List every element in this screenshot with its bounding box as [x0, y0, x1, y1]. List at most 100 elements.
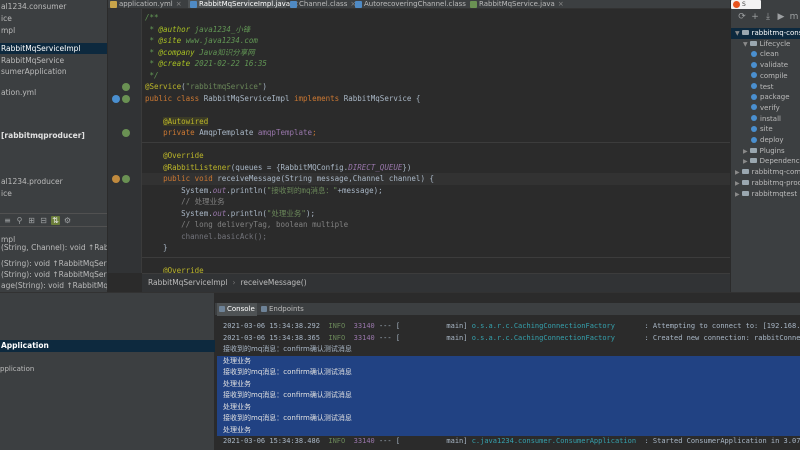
- maven-tree-item[interactable]: ▶ rabbitmqtest: [731, 189, 797, 200]
- maven-tree-item[interactable]: test: [731, 82, 773, 93]
- maven-item-label: site: [760, 125, 773, 134]
- console-msg: : Created new connection: rabbitConnecti: [640, 333, 800, 342]
- console-level: INFO: [328, 322, 346, 330]
- close-tab-icon[interactable]: ×: [558, 0, 564, 8]
- expand-icon[interactable]: ⊞: [27, 216, 36, 225]
- folder-icon: [749, 158, 757, 164]
- run-tab-endpoints[interactable]: Endpoints: [259, 303, 304, 316]
- code-token: );: [305, 208, 315, 218]
- maven-tree-item[interactable]: verify: [731, 103, 780, 114]
- console-text: 处理业务: [223, 379, 251, 388]
- editor-tab[interactable]: AutorecoveringChannel.class×: [353, 0, 475, 8]
- chevron-down-icon[interactable]: ▼: [735, 30, 740, 37]
- maven-tree-item[interactable]: package: [731, 92, 790, 103]
- project-tree-item[interactable]: age(String): void ↑RabbitMqService: [0, 280, 107, 291]
- maven-item-label: rabbitmqtest: [751, 189, 798, 198]
- code-line: public void receiveMessage(String messag…: [145, 173, 434, 185]
- download-icon[interactable]: ⤓: [763, 12, 773, 22]
- project-tree-item[interactable]: ice: [0, 188, 12, 199]
- sort-icon[interactable]: ≡: [3, 216, 12, 225]
- run-tab-label: Console: [227, 305, 255, 313]
- editor-tab-label: AutorecoveringChannel.class: [364, 0, 466, 8]
- chevron-right-icon[interactable]: ▶: [735, 180, 740, 187]
- maven-tree-item[interactable]: ▼ rabbitmq-consumer: [731, 28, 800, 39]
- project-tree-item[interactable]: RabbitMqService: [0, 55, 64, 66]
- spring-bean-icon[interactable]: [122, 83, 130, 91]
- chevron-right-icon[interactable]: ▶: [743, 158, 748, 165]
- settings-icon[interactable]: ⚙: [63, 216, 72, 225]
- project-tree-item[interactable]: mpl: [0, 25, 15, 36]
- maven-tree-item[interactable]: compile: [731, 71, 788, 82]
- code-token: @Service: [145, 82, 182, 91]
- project-panel: al1234.consumer ice mpl RabbitMqServiceImpl…: [0, 0, 108, 292]
- editor-tab[interactable]: Channel.class ×: [288, 0, 356, 8]
- breadcrumb-method[interactable]: receiveMessage(): [241, 278, 307, 287]
- maven-tree-item[interactable]: ▶ Dependencies: [731, 156, 800, 167]
- console-output[interactable]: 2021-03-06 15:34:38.292 INFO 33140 --- […: [217, 317, 800, 450]
- code-token: /**: [145, 13, 159, 22]
- code-token: AmqpTemplate: [199, 128, 258, 137]
- chevron-down-icon[interactable]: ▼: [743, 41, 748, 48]
- code-token: Java知识分享网: [199, 47, 255, 57]
- project-tree-item[interactable]: (String): void ↑RabbitMqService: [0, 258, 107, 269]
- run-config-item[interactable]: Application: [0, 340, 215, 352]
- spring-bean-icon[interactable]: [122, 94, 130, 103]
- collapse-icon[interactable]: ⊟: [39, 216, 48, 225]
- breadcrumb-separator: ›: [232, 278, 236, 287]
- maven-tree-item[interactable]: clean: [731, 49, 779, 60]
- editor-tab[interactable]: application.yml ×: [108, 0, 186, 8]
- filter-icon[interactable]: ⚲: [15, 216, 24, 225]
- editor-tab[interactable]: RabbitMqServiceImpl.java×: [188, 0, 299, 8]
- editor-tab[interactable]: RabbitMqService.java ×: [468, 0, 564, 8]
- maven-tree-item[interactable]: install: [731, 114, 781, 125]
- run-icon[interactable]: ▶: [776, 12, 786, 22]
- code-token: // 处理业务: [145, 197, 225, 206]
- run-config-item-secondary[interactable]: pplication: [0, 364, 34, 375]
- maven-module-icon: [741, 190, 749, 196]
- structure-toolbar: ≡ ⚲ ⊞ ⊟ ⇅ ⚙: [0, 213, 107, 227]
- project-tree-item[interactable]: RabbitMqServiceImpl: [0, 43, 107, 54]
- code-token: java1234_小锋: [194, 24, 251, 34]
- maven-tree-item[interactable]: validate: [731, 60, 788, 71]
- maven-tree-item[interactable]: ▶ Plugins: [731, 146, 785, 157]
- console-line: 2021-03-06 15:34:38.486 INFO 33140 --- […: [217, 436, 800, 448]
- maven-tree-item[interactable]: ▶ rabbitmq-producer: [731, 178, 800, 189]
- console-icon: [219, 306, 225, 312]
- project-tree-item[interactable]: ation.yml: [0, 87, 36, 98]
- maven-item-label: rabbitmq-consumer: [751, 29, 800, 37]
- implements-icon[interactable]: [112, 94, 120, 103]
- chevron-right-icon[interactable]: ▶: [743, 148, 748, 155]
- chevron-right-icon[interactable]: ▶: [735, 191, 740, 198]
- project-tree-item[interactable]: (String): void ↑RabbitMqService: [0, 269, 107, 280]
- code-line: private AmqpTemplate amqpTemplate;: [145, 127, 317, 139]
- project-tree-item[interactable]: ice: [0, 13, 12, 24]
- console-line: 2021-03-06 15:34:38.365 INFO 33140 --- […: [217, 333, 800, 345]
- gear-icon: [751, 93, 757, 100]
- sort-alpha-icon[interactable]: ⇅: [51, 216, 60, 225]
- project-tree-item[interactable]: (String, Channel): void ↑RabbitMqService: [0, 242, 107, 253]
- breadcrumb-class[interactable]: RabbitMqServiceImpl: [148, 278, 228, 287]
- override-icon[interactable]: [112, 175, 120, 183]
- code-editor[interactable]: /** * @author java1234_小锋 * @site www.ja…: [142, 9, 730, 273]
- project-tree-item[interactable]: sumerApplication: [0, 66, 67, 77]
- console-logger: o.s.a.r.c.CachingConnectionFactory: [471, 333, 641, 342]
- autowired-icon[interactable]: [122, 129, 130, 137]
- maven-tree-item[interactable]: ▼ Lifecycle: [731, 39, 790, 50]
- close-tab-icon[interactable]: ×: [176, 0, 182, 8]
- ime-logo: S: [731, 0, 761, 9]
- project-tree-item[interactable]: al1234.producer: [0, 176, 63, 187]
- refresh-icon[interactable]: ⟳: [737, 12, 747, 22]
- add-icon[interactable]: +: [750, 12, 760, 22]
- maven-tree-item[interactable]: site: [731, 124, 773, 135]
- maven-tree-item[interactable]: ▶ rabbitmq-common: [731, 167, 800, 178]
- m-icon[interactable]: m: [789, 12, 799, 22]
- project-tree-item[interactable]: al1234.consumer: [0, 1, 66, 12]
- run-tab-console[interactable]: Console: [217, 303, 257, 316]
- project-tree-item[interactable]: [rabbitmqproducer]: [0, 130, 85, 141]
- maven-tree-item[interactable]: deploy: [731, 135, 784, 146]
- chevron-right-icon[interactable]: ▶: [735, 169, 740, 176]
- console-text: 接收到的mq消息：confirm确认测试消息: [223, 368, 352, 376]
- listener-icon[interactable]: [122, 175, 130, 183]
- console-line: 接收到的mq消息：confirm确认测试消息: [217, 413, 800, 425]
- console-line: 接收到的mq消息：confirm确认测试消息: [217, 367, 800, 379]
